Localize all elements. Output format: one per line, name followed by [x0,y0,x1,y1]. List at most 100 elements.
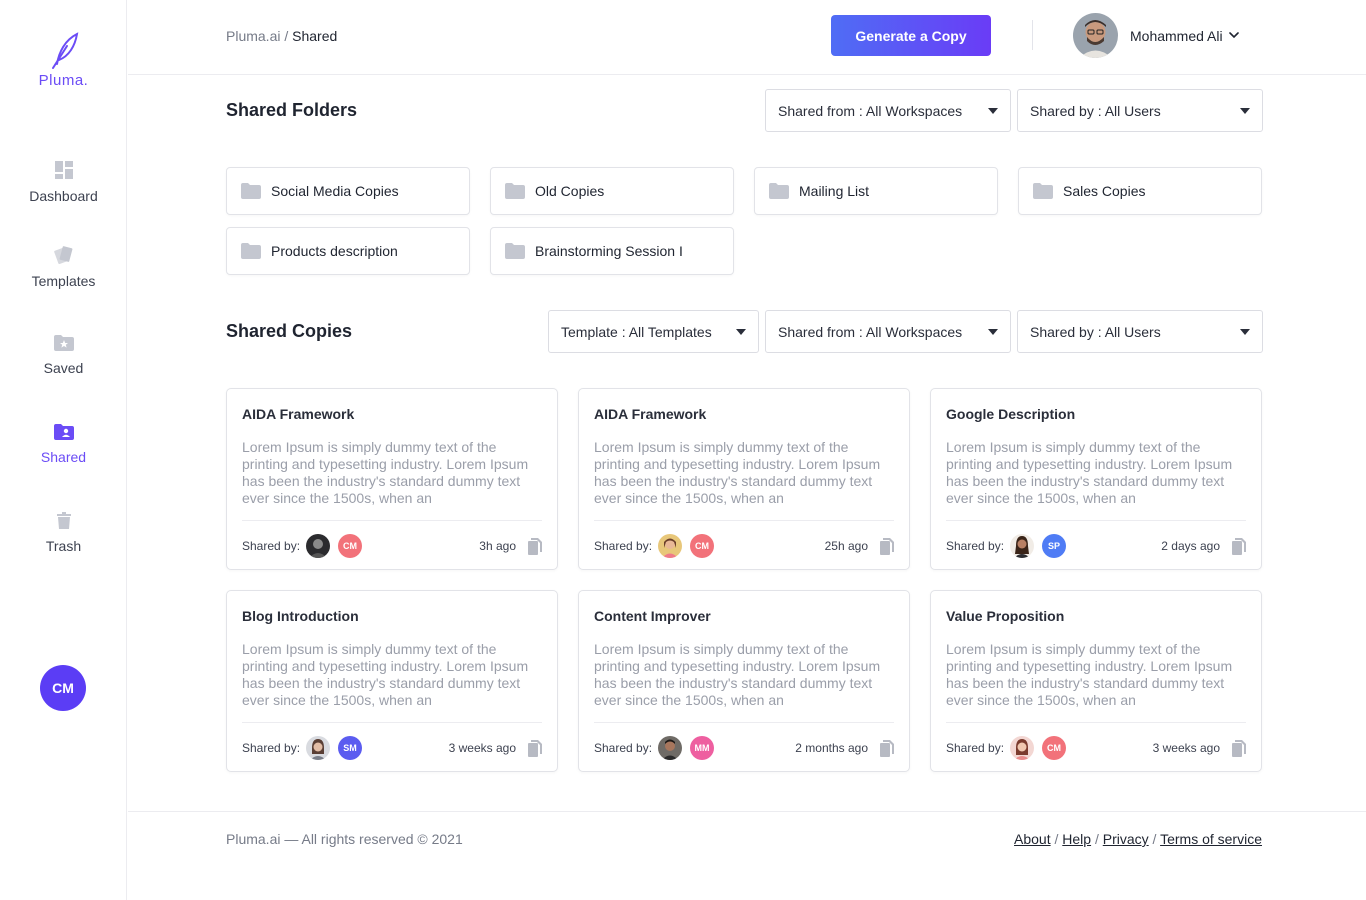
copy-card[interactable]: Value Proposition Lorem Ipsum is simply … [930,590,1262,772]
footer-link-help[interactable]: Help [1062,831,1091,847]
select-value: Shared from : All Workspaces [778,102,963,119]
brand-logo[interactable]: Pluma. [0,30,127,89]
select-value: Shared by : All Users [1030,102,1161,119]
initials-badge[interactable]: MM [690,736,715,760]
folder-icon [505,183,525,199]
copy-icon[interactable] [1232,739,1246,757]
copy-card[interactable]: Google Description Lorem Ipsum is simply… [930,388,1262,570]
initials-badge[interactable]: CM [690,534,715,558]
select-value: Shared by : All Users [1030,323,1161,340]
shared-by-label: Shared by: [594,539,653,553]
initials-badge[interactable]: CM [1042,736,1067,760]
trash-icon [56,512,71,529]
card-footer: Shared by: CM 3h ago [242,534,542,558]
shared-by-select[interactable]: Shared by : All Users [1017,310,1263,353]
shared-by-label: Shared by: [594,741,653,755]
caret-down-icon [988,107,998,114]
generate-copy-button[interactable]: Generate a Copy [831,15,991,56]
folder-item[interactable]: Old Copies [490,167,734,215]
footer-link-terms[interactable]: Terms of service [1160,831,1262,847]
initials-badge[interactable]: SM [338,736,363,760]
card-excerpt: Lorem Ipsum is simply dummy text of the … [242,439,529,506]
shared-by-label: Shared by: [946,539,1005,553]
caret-down-icon [988,328,998,335]
folder-item[interactable]: Social Media Copies [226,167,470,215]
footer-link-privacy[interactable]: Privacy [1103,831,1149,847]
folder-item[interactable]: Sales Copies [1018,167,1262,215]
section-title-shared-folders: Shared Folders [226,100,358,120]
avatar[interactable]: CM [40,665,86,711]
shared-time: 3h ago [479,539,516,553]
card-title: AIDA Framework [242,406,355,422]
copy-icon[interactable] [528,739,542,757]
shared-time: 2 days ago [1161,539,1220,553]
breadcrumb: Pluma.ai / Shared [226,28,337,44]
select-value: Template : All Templates [561,323,712,340]
header-divider [1032,20,1033,50]
shared-from-select[interactable]: Shared from : All Workspaces [765,310,1011,353]
folder-item[interactable]: Brainstorming Session I [490,227,734,275]
folder-icon [241,243,261,259]
copy-icon[interactable] [880,739,894,757]
breadcrumb-separator: / [280,28,293,44]
shared-by-label: Shared by: [242,741,301,755]
sidebar-item-saved[interactable]: Saved [0,334,127,378]
caret-down-icon [1240,107,1250,114]
copy-card[interactable]: AIDA Framework Lorem Ipsum is simply dum… [578,388,910,570]
folder-name: Mailing List [799,183,870,199]
template-select[interactable]: Template : All Templates [548,310,759,353]
card-footer: Shared by: CM 3 weeks ago [946,736,1246,760]
card-excerpt: Lorem Ipsum is simply dummy text of the … [242,641,529,708]
card-excerpt: Lorem Ipsum is simply dummy text of the … [594,439,881,506]
card-title: Value Proposition [946,608,1065,624]
breadcrumb-current: Shared [292,28,338,44]
caret-down-icon [1240,328,1250,335]
avatar[interactable] [1010,534,1035,558]
sidebar-item-label: Dashboard [29,188,98,204]
caret-down-icon [736,328,746,335]
shared-time: 3 weeks ago [1152,741,1220,755]
sidebar-item-label: Shared [40,449,87,465]
initials-badge[interactable]: SP [1042,534,1067,558]
feather-icon [51,32,78,69]
shared-by-select[interactable]: Shared by : All Users [1017,89,1263,132]
sidebar-item-dashboard[interactable]: Dashboard [0,160,127,206]
sidebar-item-shared[interactable]: Shared [0,423,127,467]
footer-link-about[interactable]: About [1014,831,1051,847]
avatar[interactable] [658,534,683,558]
card-divider [946,520,1246,521]
copyright-text: Pluma.ai — All rights reserved © 2021 [226,831,463,847]
copy-icon[interactable] [880,537,894,555]
sidebar-item-templates[interactable]: Templates [0,245,127,291]
copy-icon[interactable] [1232,537,1246,555]
card-excerpt: Lorem Ipsum is simply dummy text of the … [946,641,1233,708]
avatar[interactable] [306,736,331,760]
card-title: Content Improver [594,608,711,624]
avatar [1073,13,1118,58]
copy-card[interactable]: Blog Introduction Lorem Ipsum is simply … [226,590,558,772]
shared-from-select[interactable]: Shared from : All Workspaces [765,89,1011,132]
card-footer: Shared by: MM 2 months ago [594,736,894,760]
user-menu[interactable]: Mohammed Ali [1073,13,1239,58]
copy-card[interactable]: Content Improver Lorem Ipsum is simply d… [578,590,910,772]
initials-badge[interactable]: CM [338,534,363,558]
saved-folder-icon [53,335,74,351]
avatar[interactable] [658,736,683,760]
copy-card[interactable]: AIDA Framework Lorem Ipsum is simply dum… [226,388,558,570]
copy-icon[interactable] [528,537,542,555]
sidebar-item-label: Trash [45,538,82,554]
sidebar-item-trash[interactable]: Trash [0,512,127,556]
folder-icon [1033,183,1053,199]
avatar[interactable] [1010,736,1035,760]
card-divider [242,520,542,521]
avatar[interactable] [306,534,331,558]
folder-item[interactable]: Mailing List [754,167,998,215]
card-footer: Shared by: SP 2 days ago [946,534,1246,558]
dashboard-icon [54,161,73,179]
folder-icon [769,183,789,199]
folder-name: Brainstorming Session I [535,243,683,259]
breadcrumb-root[interactable]: Pluma.ai [226,28,280,44]
shared-by-label: Shared by: [946,741,1005,755]
folder-item[interactable]: Products description [226,227,470,275]
footer: Pluma.ai — All rights reserved © 2021 Ab… [128,811,1366,900]
